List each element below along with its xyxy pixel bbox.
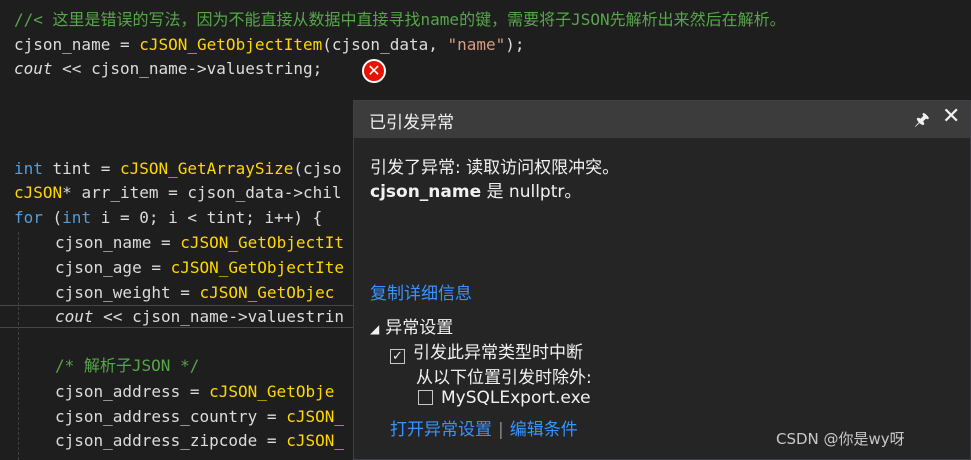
exception-popup: 已引发异常 🖈 ✕ 引发了异常: 读取访问权限冲突。 cjson_name 是 …	[353, 100, 971, 460]
token: cjson_weight =	[55, 283, 200, 302]
token-string: "name"	[447, 35, 506, 54]
code-line-2: cjson_name = cJSON_GetObjectItem(cjson_d…	[14, 33, 525, 57]
token: << cjson_name->valuestring;	[52, 59, 323, 78]
popup-title: 已引发异常	[369, 113, 454, 133]
exception-settings-toggle[interactable]: ◢ 异常设置	[370, 313, 453, 338]
popup-header: 已引发异常 🖈 ✕	[354, 101, 970, 138]
token: (cjson_data,	[322, 35, 448, 54]
token-keyword: for	[14, 208, 43, 227]
code-line-5: cJSON* arr_item = cjson_data->chil	[14, 181, 342, 205]
token: * arr_item = cjson_data->chil	[62, 183, 342, 202]
watermark: CSDN @你是wy呀	[776, 430, 905, 448]
token-function: cJSON_	[286, 407, 344, 426]
code-line-4: int tint = cJSON_GetArraySize(cjso	[14, 157, 342, 181]
code-line-7: cjson_name = cJSON_GetObjectIt	[55, 231, 344, 255]
token: (cjso	[293, 159, 342, 178]
token: tint =	[42, 159, 120, 178]
module-exclusion-checkbox[interactable]	[418, 390, 433, 405]
code-line-9: cjson_weight = cJSON_GetObjec	[55, 281, 334, 305]
exception-detail: cjson_name 是 nullptr。	[370, 177, 581, 202]
token: cjson_name =	[14, 35, 140, 54]
token: );	[505, 35, 525, 54]
token: (	[42, 208, 63, 227]
code-line-6: for (int i = 0; i < tint; i++) {	[14, 206, 322, 230]
token-function: cJSON_GetObje	[209, 382, 335, 401]
token-function: cJSON_GetObjec	[199, 283, 335, 302]
popup-links: 打开异常设置 | 编辑条件	[390, 415, 578, 440]
code-line-8: cjson_age = cJSON_GetObjectIte	[55, 256, 344, 280]
code-line-3: cout << cjson_name->valuestring;	[14, 57, 322, 81]
except-when-from-label: 从以下位置引发时除外:	[416, 368, 592, 388]
code-line-11: /* 解析子JSON */	[55, 356, 200, 375]
token-function: cJSON_GetObjectIte	[170, 258, 344, 277]
token: << cjson_name->valuestrin	[93, 307, 344, 326]
error-close-circle-icon[interactable]: ✕	[362, 59, 386, 83]
token-italic: cout	[55, 307, 94, 326]
exception-settings-title: 异常设置	[385, 318, 454, 338]
token-function: cJSON_GetObjectIt	[180, 233, 344, 252]
code-line-12: cjson_address = cJSON_GetObje	[55, 380, 334, 404]
break-when-thrown-option[interactable]: ✓ 引发此异常类型时中断	[390, 338, 583, 364]
open-exception-settings-link[interactable]: 打开异常设置	[390, 420, 492, 440]
token: cjson_address =	[55, 382, 210, 401]
module-name-label: MySQLExport.exe	[441, 388, 591, 408]
token: cjson_name =	[55, 233, 181, 252]
token-type: cJSON	[14, 183, 63, 202]
exception-detail-text: 是 nullptr。	[481, 182, 582, 202]
module-exclusion-option[interactable]: MySQLExport.exe	[418, 388, 591, 408]
token-function: cJSON_GetArraySize	[119, 159, 294, 178]
code-line-10: cout << cjson_name->valuestrin	[55, 305, 344, 329]
token: i = 0; i < tint; i++) {	[91, 208, 323, 227]
token-function: cJSON_	[286, 431, 344, 450]
code-line-14: cjson_address_zipcode = cJSON_	[55, 429, 344, 453]
token-function: cJSON_GetObjectItem	[139, 35, 323, 54]
edit-conditions-link[interactable]: 编辑条件	[510, 420, 578, 440]
exception-message: 引发了异常: 读取访问权限冲突。	[370, 158, 620, 178]
token: cjson_address_zipcode =	[55, 431, 287, 450]
indent-guide	[18, 232, 19, 460]
break-when-thrown-checkbox[interactable]: ✓	[390, 349, 405, 364]
code-line-1: //< 这里是错误的写法，因为不能直接从数据中直接寻找name的键，需要将子JS…	[14, 10, 786, 29]
token-keyword: int	[62, 208, 92, 227]
pin-icon[interactable]: 🖈	[914, 107, 930, 136]
break-when-thrown-label: 引发此异常类型时中断	[413, 343, 583, 363]
close-icon[interactable]: ✕	[942, 104, 960, 129]
null-variable-name: cjson_name	[370, 182, 482, 202]
copy-details-link[interactable]: 复制详细信息	[370, 279, 472, 304]
token-keyword: int	[14, 159, 43, 178]
code-line-13: cjson_address_country = cJSON_	[55, 405, 344, 429]
token-italic: cout	[14, 59, 53, 78]
token: cjson_age =	[55, 258, 171, 277]
link-separator: |	[498, 420, 504, 440]
triangle-expanded-icon: ◢	[370, 322, 380, 336]
token: cjson_address_country =	[55, 407, 287, 426]
